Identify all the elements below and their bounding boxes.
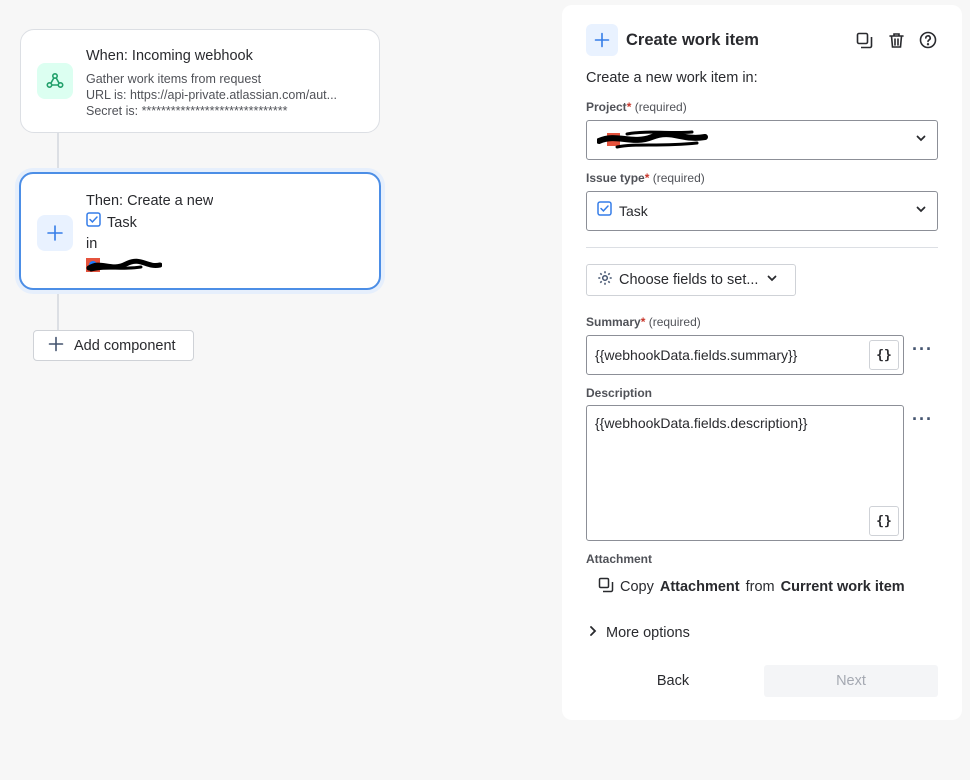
- trigger-description: Gather work items from request: [86, 71, 351, 87]
- plus-icon: [48, 336, 64, 356]
- back-button[interactable]: Back: [586, 665, 760, 697]
- copy-icon: [598, 577, 614, 597]
- attachment-prefix: Copy: [620, 579, 654, 595]
- plus-icon: [586, 24, 618, 56]
- attachment-label: Attachment: [586, 552, 652, 566]
- summary-value: {{webhookData.fields.summary}}: [595, 347, 797, 363]
- task-checkbox-icon: [597, 201, 612, 221]
- trigger-secret: Secret is: *****************************…: [86, 103, 351, 119]
- trigger-url: URL is: https://api-private.atlassian.co…: [86, 87, 351, 103]
- intro-text: Create a new work item in:: [586, 70, 758, 86]
- summary-more-icon[interactable]: ···: [912, 339, 933, 360]
- more-options-toggle[interactable]: More options: [588, 625, 690, 641]
- attachment-source: Current work item: [781, 579, 905, 595]
- add-component-label: Add component: [74, 338, 176, 354]
- attachment-field: Attachment: [660, 579, 740, 595]
- trash-icon[interactable]: [886, 30, 906, 50]
- connector-line-top: [57, 133, 59, 173]
- chevron-down-icon: [915, 202, 927, 220]
- choose-fields-label: Choose fields to set...: [619, 272, 758, 288]
- project-label: Project* (required): [586, 100, 687, 114]
- description-textarea[interactable]: {{webhookData.fields.description}}: [586, 405, 904, 541]
- attachment-row: Copy Attachment from Current work item: [598, 577, 905, 597]
- choose-fields-button[interactable]: Choose fields to set...: [586, 264, 796, 296]
- create-work-item-panel: Create work item Create a new work item …: [562, 5, 962, 720]
- description-value: {{webhookData.fields.description}}: [595, 415, 807, 431]
- issue-type-required-text: (required): [653, 171, 705, 185]
- chevron-down-icon: [766, 272, 778, 288]
- project-label-text: Project: [586, 100, 627, 114]
- more-options-label: More options: [606, 625, 690, 641]
- issue-type-label-text: Issue type: [586, 171, 645, 185]
- webhook-icon: [37, 63, 73, 99]
- issue-type-value: Task: [619, 203, 648, 219]
- action-in-label: in: [86, 234, 213, 255]
- action-card[interactable]: Then: Create a new Task in: [19, 172, 381, 290]
- connector-line-bottom: [57, 290, 59, 331]
- summary-required-text: (required): [649, 315, 701, 329]
- required-star: *: [627, 100, 632, 114]
- project-avatar-redacted: [86, 256, 213, 274]
- description-more-icon[interactable]: ···: [912, 409, 933, 430]
- gear-icon: [597, 270, 613, 290]
- issue-type-label: Issue type* (required): [586, 171, 705, 185]
- plus-icon: [37, 215, 73, 251]
- panel-header: Create work item: [586, 24, 938, 56]
- add-component-button[interactable]: Add component: [33, 330, 194, 361]
- description-label: Description: [586, 386, 652, 400]
- section-divider: [586, 247, 938, 248]
- summary-input[interactable]: {{webhookData.fields.summary}}: [586, 335, 904, 375]
- issue-type-select[interactable]: Task: [586, 191, 938, 231]
- next-button[interactable]: Next: [764, 665, 938, 697]
- required-star: *: [641, 315, 646, 329]
- chevron-right-icon: [588, 625, 598, 641]
- chevron-down-icon: [915, 131, 927, 149]
- project-select[interactable]: [586, 120, 938, 160]
- project-value-redacted: [597, 125, 709, 156]
- help-icon[interactable]: [918, 30, 938, 50]
- action-title: Then: Create a new: [86, 191, 213, 212]
- smart-value-button[interactable]: {}: [869, 340, 899, 370]
- attachment-middle: from: [746, 579, 775, 595]
- summary-label: Summary* (required): [586, 315, 701, 329]
- summary-label-text: Summary: [586, 315, 641, 329]
- action-task-label: Task: [107, 213, 137, 234]
- duplicate-icon[interactable]: [854, 30, 874, 50]
- trigger-title: When: Incoming webhook: [86, 47, 351, 67]
- trigger-card[interactable]: When: Incoming webhook Gather work items…: [20, 29, 380, 133]
- smart-value-button[interactable]: {}: [869, 506, 899, 536]
- task-checkbox-icon: [86, 212, 101, 234]
- required-star: *: [645, 171, 650, 185]
- project-required-text: (required): [635, 100, 687, 114]
- panel-title: Create work item: [626, 31, 759, 50]
